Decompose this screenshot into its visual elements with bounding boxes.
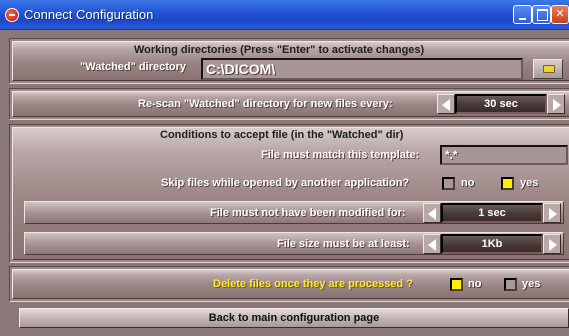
- rescan-label: Re-scan "Watched" directory for new file…: [138, 98, 393, 110]
- rescan-interval-value: 30 sec: [455, 94, 547, 114]
- rescan-increase-arrow-icon[interactable]: [547, 94, 565, 114]
- modified-increase-arrow-icon[interactable]: [543, 203, 561, 223]
- modified-for-label: File must not have been modified for:: [210, 207, 406, 219]
- back-to-main-button[interactable]: Back to main configuration page: [19, 308, 569, 328]
- close-button[interactable]: ✕: [551, 5, 569, 24]
- file-size-spinner[interactable]: 1Kb: [423, 234, 561, 254]
- modified-for-row: File must not have been modified for: 1 …: [24, 201, 564, 224]
- watched-directory-input[interactable]: C:\DICOM\: [201, 58, 523, 80]
- working-directories-panel: Working directories (Press "Enter" to ac…: [9, 38, 569, 84]
- delete-files-panel: Delete files once they are processed ? n…: [9, 266, 569, 302]
- modified-for-spinner[interactable]: 1 sec: [423, 203, 561, 223]
- skip-yes-label: yes: [520, 177, 539, 189]
- rescan-interval-spinner[interactable]: 30 sec: [437, 94, 565, 114]
- file-size-row: File size must be at least: 1Kb: [24, 232, 564, 255]
- delete-no-checkbox[interactable]: [450, 278, 463, 291]
- skip-no-label: no: [461, 177, 475, 189]
- delete-no-label: no: [468, 278, 482, 290]
- skip-files-label: Skip files while opened by another appli…: [161, 177, 410, 189]
- app-icon: [5, 8, 19, 22]
- folder-icon: [543, 65, 555, 73]
- size-increase-arrow-icon[interactable]: [543, 234, 561, 254]
- maximize-button[interactable]: [532, 5, 551, 24]
- rescan-decrease-arrow-icon[interactable]: [437, 94, 455, 114]
- delete-yes-checkbox[interactable]: [504, 278, 517, 291]
- browse-folder-button[interactable]: [533, 59, 563, 79]
- delete-files-label: Delete files once they are processed ?: [213, 278, 413, 290]
- window-title: Connect Configuration: [24, 7, 154, 22]
- watched-directory-label: "Watched" directory: [80, 61, 186, 73]
- title-bar[interactable]: Connect Configuration ✕: [0, 0, 569, 30]
- minimize-button[interactable]: [513, 5, 532, 24]
- rescan-panel: Re-scan "Watched" directory for new file…: [9, 88, 569, 120]
- skip-no-checkbox[interactable]: [442, 177, 455, 190]
- connect-configuration-window: Connect Configuration ✕ Working director…: [0, 0, 569, 336]
- file-template-input[interactable]: *.*: [440, 145, 568, 165]
- close-icon: ✕: [555, 8, 565, 20]
- skip-yes-checkbox[interactable]: [501, 177, 514, 190]
- working-directories-heading: Working directories (Press "Enter" to ac…: [134, 44, 425, 56]
- size-decrease-arrow-icon[interactable]: [423, 234, 441, 254]
- file-size-value: 1Kb: [441, 234, 543, 254]
- modified-for-value: 1 sec: [441, 203, 543, 223]
- modified-decrease-arrow-icon[interactable]: [423, 203, 441, 223]
- file-size-label: File size must be at least:: [277, 238, 410, 250]
- conditions-heading: Conditions to accept file (in the "Watch…: [160, 129, 404, 141]
- template-label: File must match this template:: [261, 149, 420, 161]
- delete-yes-label: yes: [522, 278, 541, 290]
